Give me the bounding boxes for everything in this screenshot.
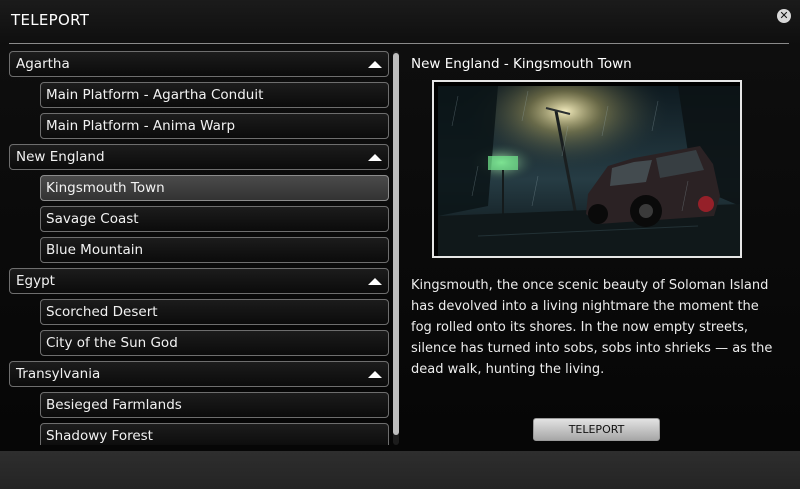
location-label: Main Platform - Anima Warp (46, 118, 236, 134)
location-scorched-desert[interactable]: Scorched Desert (40, 299, 389, 325)
category-egypt[interactable]: Egypt (9, 268, 389, 294)
location-anima-warp[interactable]: Main Platform - Anima Warp (40, 113, 389, 139)
destination-title: New England - Kingsmouth Town (411, 56, 632, 72)
location-shadowy-forest[interactable]: Shadowy Forest (40, 423, 389, 445)
location-label: Main Platform - Agartha Conduit (46, 87, 264, 103)
collapse-arrow-icon[interactable] (368, 278, 382, 285)
location-label: Shadowy Forest (46, 428, 153, 444)
destination-list: Agartha Main Platform - Agartha Conduit … (9, 51, 391, 445)
category-agartha[interactable]: Agartha (9, 51, 389, 77)
teleport-window: TELEPORT ✕ Agartha Main Platform - Agart… (0, 0, 800, 489)
teleport-button[interactable]: TELEPORT (533, 418, 660, 441)
location-label: City of the Sun God (46, 335, 178, 351)
window-title: TELEPORT (11, 11, 90, 29)
location-label: Scorched Desert (46, 304, 158, 320)
category-new-england[interactable]: New England (9, 144, 389, 170)
location-kingsmouth-town[interactable]: Kingsmouth Town (40, 175, 389, 201)
location-besieged-farmlands[interactable]: Besieged Farmlands (40, 392, 389, 418)
destination-preview-image (432, 80, 742, 258)
category-label: New England (16, 149, 105, 165)
collapse-arrow-icon[interactable] (368, 154, 382, 161)
location-city-of-the-sun-god[interactable]: City of the Sun God (40, 330, 389, 356)
category-label: Egypt (16, 273, 55, 289)
footer-bar (0, 451, 800, 489)
location-label: Kingsmouth Town (46, 180, 165, 196)
preview-scene (438, 86, 740, 256)
category-transylvania[interactable]: Transylvania (9, 361, 389, 387)
scrollbar-thumb[interactable] (393, 53, 399, 435)
close-icon[interactable]: ✕ (777, 9, 791, 23)
location-label: Savage Coast (46, 211, 139, 227)
category-label: Transylvania (16, 366, 101, 382)
category-label: Agartha (16, 56, 70, 72)
title-divider (9, 43, 789, 44)
destination-description: Kingsmouth, the once scenic beauty of So… (411, 278, 773, 377)
location-agartha-conduit[interactable]: Main Platform - Agartha Conduit (40, 82, 389, 108)
collapse-arrow-icon[interactable] (368, 61, 382, 68)
location-savage-coast[interactable]: Savage Coast (40, 206, 389, 232)
location-label: Besieged Farmlands (46, 397, 182, 413)
collapse-arrow-icon[interactable] (368, 371, 382, 378)
location-label: Blue Mountain (46, 242, 144, 258)
list-scrollbar[interactable] (393, 51, 399, 445)
location-blue-mountain[interactable]: Blue Mountain (40, 237, 389, 263)
